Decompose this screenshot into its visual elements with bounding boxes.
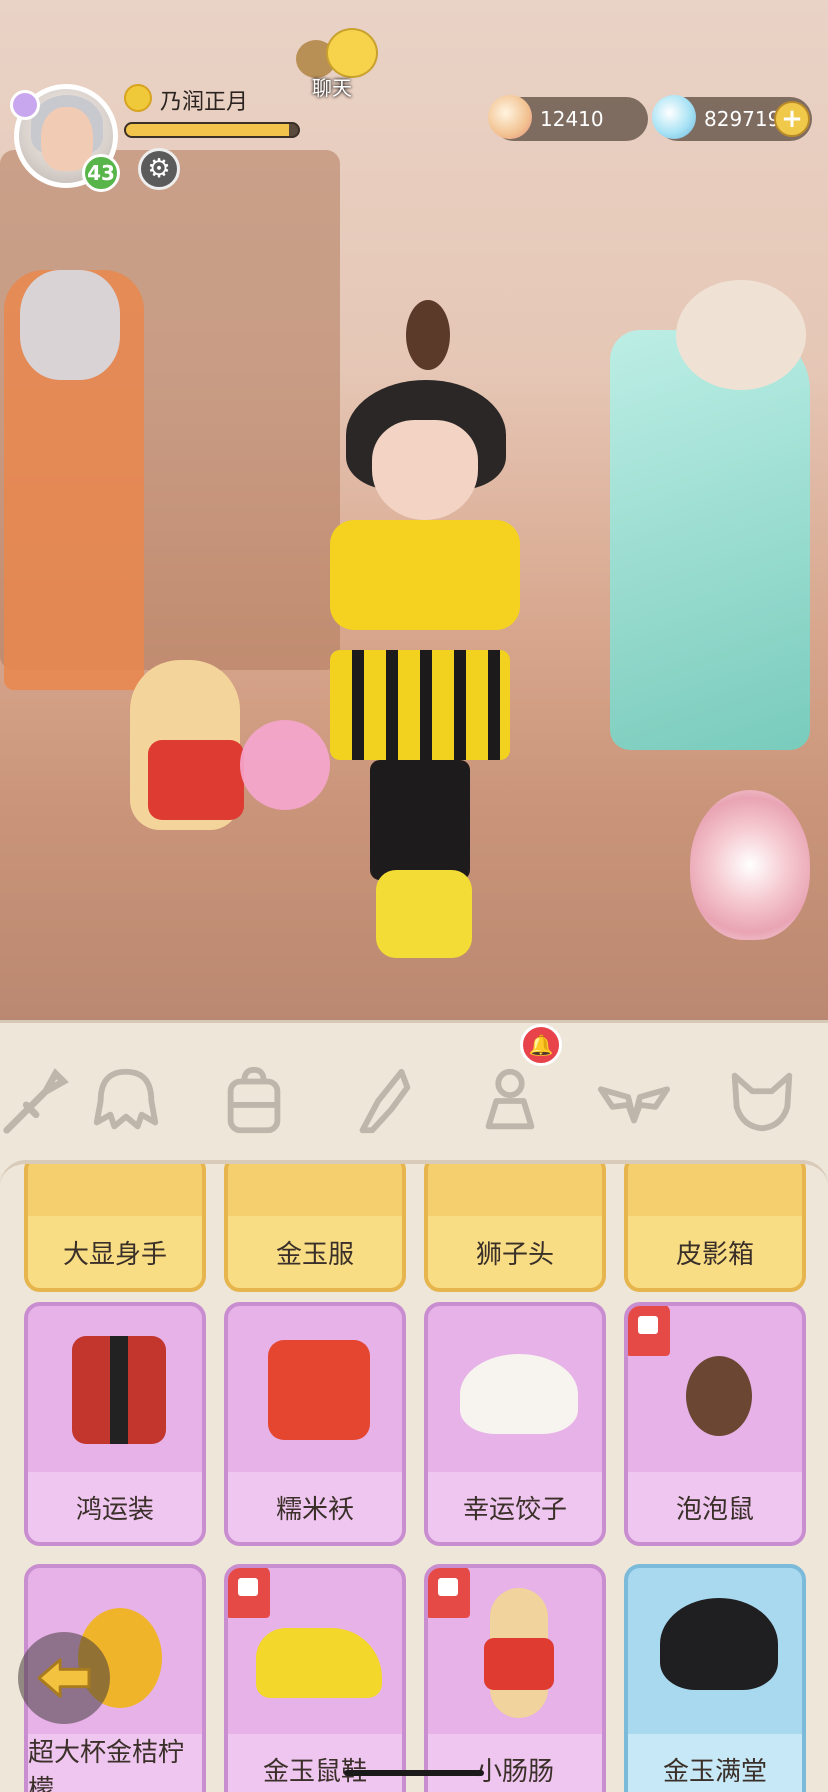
player-name: 乃润正月 [160,90,249,115]
item-label: 幸运饺子 [428,1472,602,1542]
shell-amount: 12410 [540,107,604,131]
item-label: 金玉满堂 [628,1734,802,1792]
item-card[interactable]: 金玉满堂 [624,1564,806,1792]
item-card[interactable]: 金玉服 [224,1164,406,1292]
item-image [28,1306,202,1472]
xp-fill [126,124,290,136]
item-label: 鸿运装 [28,1472,202,1542]
balloon-toy [240,720,330,810]
xp-bar [124,122,300,138]
crystal-amount: 829719 [704,107,781,131]
item-label: 金玉服 [228,1216,402,1288]
settings-gear-icon[interactable]: ⚙ [138,148,180,190]
feather-icon [359,1068,411,1134]
item-label: 小肠肠 [428,1734,602,1792]
tab-outfit[interactable] [466,1057,554,1145]
tab-mask[interactable] [718,1057,806,1145]
tshirt-tag-icon [228,1568,270,1618]
tab-hair[interactable] [82,1057,170,1145]
item-card[interactable]: 糯米袄 [224,1302,406,1546]
skull-ornament [676,280,806,390]
item-label: 大显身手 [28,1216,202,1288]
item-image [628,1568,802,1734]
crystal-icon [652,95,696,139]
tab-bag[interactable] [210,1057,298,1145]
character-shoes [376,870,472,958]
swirl-egg [690,790,810,940]
hair-icon [93,1068,159,1130]
character-shorts [330,650,510,760]
tab-accessory[interactable] [338,1057,426,1145]
item-grid: 大显身手 金玉服 狮子头 皮影箱 鸿运装 糯米袄 幸运饺子 泡泡鼠 超大杯金桔柠… [0,1160,828,1792]
fox-mask-icon [731,1072,793,1132]
back-button[interactable] [18,1632,110,1724]
mannequin-head [20,270,120,380]
chat-bubble-icon [326,28,378,78]
character-scene [0,0,828,1040]
crystal-mirror [610,330,810,750]
sword-icon [3,1068,69,1134]
item-image [428,1306,602,1472]
pet-shirt [148,740,244,820]
item-card[interactable]: 泡泡鼠 [624,1302,806,1546]
emoji-icon [124,84,152,112]
item-card[interactable]: 皮影箱 [624,1164,806,1292]
category-tab-bar [0,1020,828,1173]
item-card[interactable]: 金玉鼠鞋 [224,1564,406,1792]
item-card[interactable]: 小肠肠 [424,1564,606,1792]
character-face [372,420,478,520]
add-currency-button[interactable]: + [774,101,810,137]
vip-badge-icon [10,90,40,120]
item-card[interactable]: 幸运饺子 [424,1302,606,1546]
item-image [228,1306,402,1472]
notification-bell-badge: 🔔 [520,1024,562,1066]
monkey-hair-ornament [406,300,450,370]
home-indicator [344,1770,484,1776]
item-card[interactable]: 大显身手 [24,1164,206,1292]
wings-icon [597,1086,671,1124]
back-arrow-icon [37,1658,91,1698]
character-legs [370,760,470,880]
crystal-currency: 829719 + [652,95,812,141]
item-label: 泡泡鼠 [628,1472,802,1542]
backpack-icon [227,1066,281,1134]
item-label: 金玉鼠鞋 [228,1734,402,1792]
shell-icon [488,95,532,139]
item-label: 狮子头 [428,1216,602,1288]
level-badge: 43 [82,154,120,192]
tshirt-tag-icon [628,1306,670,1356]
item-label: 糯米袄 [228,1472,402,1542]
tab-weapon[interactable] [0,1057,80,1145]
item-card[interactable]: 鸿运装 [24,1302,206,1546]
bell-icon: 🔔 [528,1033,554,1057]
character-top [330,520,520,630]
shell-currency: 12410 [488,95,648,141]
item-label: 皮影箱 [628,1216,802,1288]
mannequin-icon [485,1068,535,1130]
chat-label[interactable]: 聊天 [312,72,352,101]
tab-wings[interactable] [590,1057,678,1145]
tshirt-tag-icon [428,1568,470,1618]
item-card[interactable]: 狮子头 [424,1164,606,1292]
item-label: 超大杯金桔柠檬 [28,1734,202,1792]
